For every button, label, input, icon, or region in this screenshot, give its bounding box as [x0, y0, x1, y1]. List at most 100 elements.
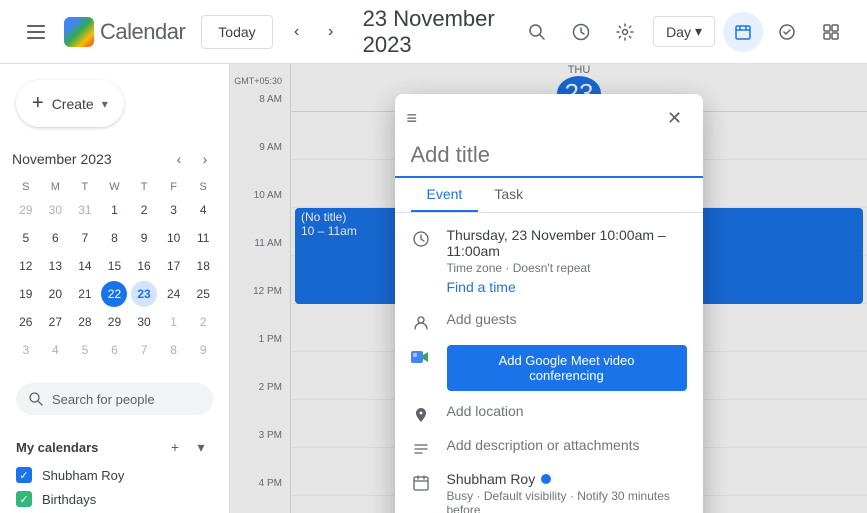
- mini-cal-day[interactable]: 7: [131, 337, 157, 363]
- mini-cal-day[interactable]: 20: [42, 281, 68, 307]
- mini-cal-day[interactable]: 14: [72, 253, 98, 279]
- menu-icon[interactable]: [16, 12, 56, 52]
- mini-cal-day[interactable]: 18: [190, 253, 216, 279]
- add-desc-label[interactable]: Add description or attachments: [447, 437, 687, 453]
- mini-cal-day[interactable]: 2: [131, 197, 157, 223]
- dow-t: T: [71, 179, 99, 195]
- tab-task[interactable]: Task: [478, 178, 539, 212]
- calendar-content: Shubham Roy Busy · Default visibility · …: [447, 471, 687, 513]
- cal-checkbox-shubham: ✓: [16, 467, 32, 483]
- mini-cal-next[interactable]: ›: [193, 147, 217, 171]
- mini-cal-day[interactable]: 8: [161, 337, 187, 363]
- desc-content: Add description or attachments: [447, 437, 687, 453]
- mini-cal-day[interactable]: 30: [42, 197, 68, 223]
- mini-cal-day[interactable]: 7: [72, 225, 98, 251]
- my-calendars-section: My calendars + ▾ ✓ Shubham Roy ✓ Birthda…: [0, 423, 229, 513]
- mini-cal-day[interactable]: 31: [72, 197, 98, 223]
- create-button[interactable]: + Create ▾: [16, 80, 124, 127]
- add-location-label[interactable]: Add location: [447, 403, 687, 419]
- event-title-input[interactable]: [395, 138, 703, 178]
- dow-s: S: [12, 179, 40, 195]
- search-button[interactable]: [517, 12, 557, 52]
- mini-cal-day[interactable]: 10: [161, 225, 187, 251]
- mini-cal-day[interactable]: 28: [72, 309, 98, 335]
- mini-cal-day[interactable]: 3: [161, 197, 187, 223]
- mini-cal-nav: ‹ ›: [167, 147, 217, 171]
- mini-cal-grid: S M T W T F S 29 30 31 1 2 3 4 5 6 7 8 9…: [12, 179, 217, 363]
- mini-cal-day[interactable]: 13: [42, 253, 68, 279]
- task-view-button[interactable]: [767, 12, 807, 52]
- mini-cal-day[interactable]: 17: [161, 253, 187, 279]
- modal-header: ≡ ✕: [395, 94, 703, 138]
- my-calendars-collapse[interactable]: ▾: [189, 435, 213, 459]
- my-calendars-add[interactable]: +: [163, 435, 187, 459]
- mini-cal-day[interactable]: 11: [190, 225, 216, 251]
- mini-cal-day[interactable]: 25: [190, 281, 216, 307]
- prev-button[interactable]: ‹: [281, 16, 313, 48]
- mini-cal-day[interactable]: 6: [42, 225, 68, 251]
- add-guests-label[interactable]: Add guests: [447, 311, 687, 327]
- location-content: Add location: [447, 403, 687, 419]
- mini-cal-day[interactable]: 16: [131, 253, 157, 279]
- plus-icon: +: [32, 92, 44, 115]
- meet-icon: [411, 347, 431, 367]
- dow-sa: S: [189, 179, 217, 195]
- add-meet-button[interactable]: Add Google Meet video conferencing: [447, 345, 687, 391]
- meet-btn-label: Add Google Meet video conferencing: [461, 353, 673, 383]
- search-people[interactable]: Search for people: [16, 383, 213, 415]
- clock-icon: [411, 229, 431, 249]
- calendar-view-button[interactable]: [723, 12, 763, 52]
- event-datetime[interactable]: Thursday, 23 November 10:00am – 11:00am: [447, 227, 687, 259]
- view-label: Day: [666, 24, 691, 40]
- mini-cal-day[interactable]: 27: [42, 309, 68, 335]
- mini-cal-day[interactable]: 26: [13, 309, 39, 335]
- cal-item-shubham[interactable]: ✓ Shubham Roy: [0, 463, 229, 487]
- today-button[interactable]: Today: [201, 15, 272, 49]
- sidebar: + Create ▾ November 2023 ‹ › S M T W T F…: [0, 64, 230, 513]
- mini-cal-day[interactable]: 12: [13, 253, 39, 279]
- cal-item-birthdays[interactable]: ✓ Birthdays: [0, 487, 229, 511]
- desc-icon: [411, 439, 431, 459]
- find-time-link[interactable]: Find a time: [447, 275, 687, 299]
- mini-cal-day[interactable]: 30: [131, 309, 157, 335]
- mini-cal-day[interactable]: 9: [190, 337, 216, 363]
- mini-cal-day[interactable]: 2: [190, 309, 216, 335]
- event-modal: ≡ ✕ Event Task: [395, 94, 703, 513]
- grid-view-button[interactable]: [811, 12, 851, 52]
- mini-cal-day[interactable]: 4: [190, 197, 216, 223]
- mini-cal-today[interactable]: 22: [101, 281, 127, 307]
- tab-event[interactable]: Event: [411, 178, 479, 212]
- settings-button[interactable]: [605, 12, 645, 52]
- mini-cal-day[interactable]: 19: [13, 281, 39, 307]
- mini-cal-day[interactable]: 5: [13, 225, 39, 251]
- modal-datetime-row: Thursday, 23 November 10:00am – 11:00am …: [395, 221, 703, 305]
- mini-cal-day[interactable]: 9: [131, 225, 157, 251]
- mini-cal-day[interactable]: 6: [101, 337, 127, 363]
- mini-cal-prev[interactable]: ‹: [167, 147, 191, 171]
- clock-button[interactable]: [561, 12, 601, 52]
- next-button[interactable]: ›: [315, 16, 347, 48]
- view-selector[interactable]: Day ▾: [653, 16, 715, 47]
- mini-cal-day[interactable]: 29: [13, 197, 39, 223]
- mini-cal-selected[interactable]: 23: [131, 281, 157, 307]
- mini-cal-day[interactable]: 21: [72, 281, 98, 307]
- my-calendars-header[interactable]: My calendars + ▾: [0, 431, 229, 463]
- mini-cal-day[interactable]: 1: [161, 309, 187, 335]
- modal-guests-row: Add guests: [395, 305, 703, 339]
- mini-cal-day[interactable]: 4: [42, 337, 68, 363]
- create-label: Create: [52, 96, 94, 112]
- mini-cal-day[interactable]: 5: [72, 337, 98, 363]
- mini-cal-month: November 2023: [12, 151, 112, 167]
- mini-cal-day[interactable]: 29: [101, 309, 127, 335]
- mini-calendar: November 2023 ‹ › S M T W T F S 29 30 31…: [0, 143, 229, 375]
- mini-cal-day[interactable]: 8: [101, 225, 127, 251]
- logo-icon: [64, 17, 94, 47]
- nav-controls: ‹ ›: [281, 16, 347, 48]
- person-icon: [411, 313, 431, 333]
- modal-close-button[interactable]: ✕: [659, 102, 691, 134]
- mini-cal-day[interactable]: 3: [13, 337, 39, 363]
- meet-content: Add Google Meet video conferencing: [447, 345, 687, 391]
- mini-cal-day[interactable]: 1: [101, 197, 127, 223]
- mini-cal-day[interactable]: 24: [161, 281, 187, 307]
- mini-cal-day[interactable]: 15: [101, 253, 127, 279]
